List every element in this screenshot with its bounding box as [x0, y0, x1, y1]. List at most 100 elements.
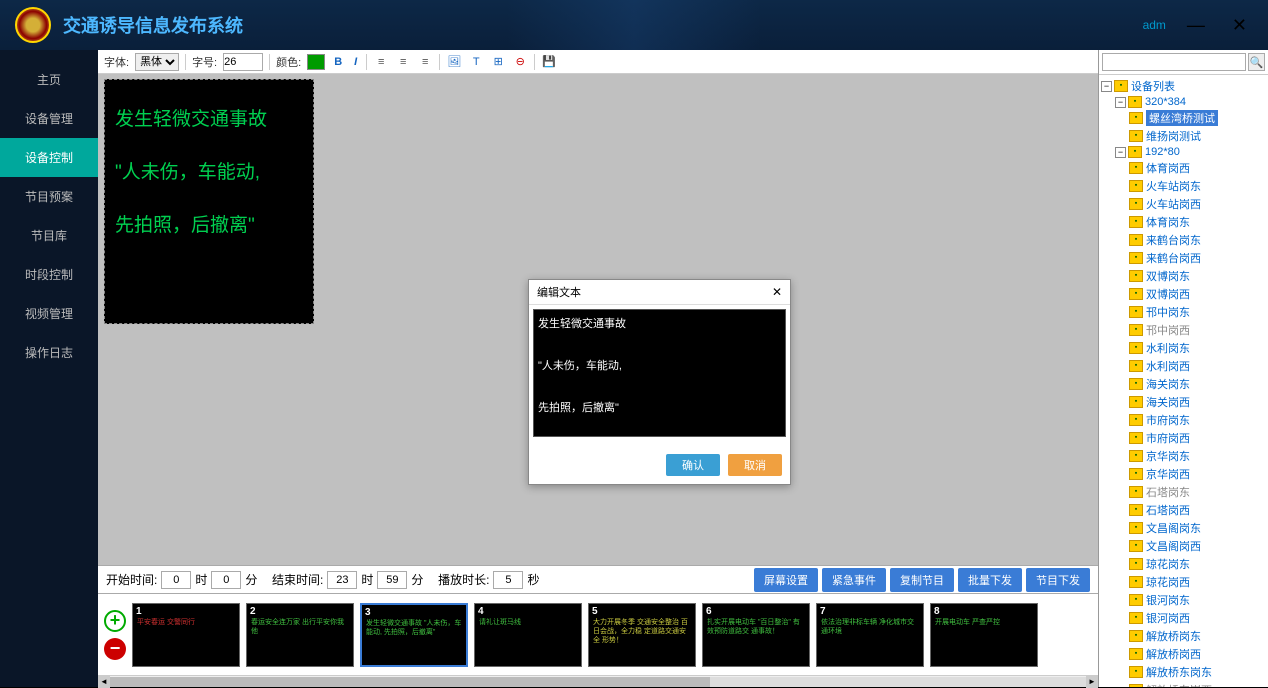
tree-label[interactable]: 石塔岗西 [1146, 502, 1190, 518]
tree-label[interactable]: 解放桥东岗东 [1146, 664, 1212, 680]
tree-node[interactable]: −▪320*384 [1101, 95, 1266, 109]
tree-node[interactable]: ▪体育岗西 [1101, 159, 1266, 177]
bold-button[interactable]: B [331, 55, 345, 69]
tree-label[interactable]: 体育岗东 [1146, 214, 1190, 230]
end-min-input[interactable] [377, 571, 407, 589]
tree-node[interactable]: ▪来鹤台岗西 [1101, 249, 1266, 267]
align-center-icon[interactable]: ≡ [395, 54, 411, 70]
thumbnail-7[interactable]: 7依法治理非标车辆 净化城市交通环境 [816, 603, 924, 667]
tree-node[interactable]: ▪双博岗西 [1101, 285, 1266, 303]
tree-node[interactable]: ▪体育岗东 [1101, 213, 1266, 231]
sidebar-item-0[interactable]: 主页 [0, 60, 98, 99]
tree-toggle-icon[interactable]: − [1115, 147, 1126, 158]
align-right-icon[interactable]: ≡ [417, 54, 433, 70]
tree-node[interactable]: ▪解放桥东岗西 [1101, 681, 1266, 687]
start-min-input[interactable] [211, 571, 241, 589]
layout-icon[interactable]: ⊞ [490, 54, 506, 70]
tree-label[interactable]: 银河岗东 [1146, 592, 1190, 608]
minimize-button[interactable]: — [1181, 13, 1211, 38]
tree-node[interactable]: ▪石塔岗东 [1101, 483, 1266, 501]
tree-label[interactable]: 银河岗西 [1146, 610, 1190, 626]
sidebar-item-2[interactable]: 设备控制 [0, 138, 98, 177]
tree-node[interactable]: ▪京华岗西 [1101, 465, 1266, 483]
tree-node[interactable]: ▪石塔岗西 [1101, 501, 1266, 519]
thumbnail-6[interactable]: 6扎实开展电动车 "百日整治" 有效预防道路交 通事故！ [702, 603, 810, 667]
tree-label[interactable]: 石塔岗东 [1146, 484, 1190, 500]
add-slide-button[interactable]: + [104, 610, 126, 632]
tree-node[interactable]: ▪海关岗东 [1101, 375, 1266, 393]
start-hour-input[interactable] [161, 571, 191, 589]
thumbnail-8[interactable]: 8开展电动车 严查严控 [930, 603, 1038, 667]
tree-node[interactable]: ▪火车站岗东 [1101, 177, 1266, 195]
italic-button[interactable]: I [351, 55, 360, 69]
thumbnail-3[interactable]: 3发生轻微交通事故 "人未伤，车能动, 先拍照，后撤离" [360, 603, 468, 667]
dialog-textarea[interactable] [533, 309, 786, 437]
canvas-area[interactable]: 发生轻微交通事故 "人未伤，车能动, 先拍照，后撤离" 编辑文本 ✕ 确认 [98, 74, 1098, 565]
align-left-icon[interactable]: ≡ [373, 54, 389, 70]
tree-node[interactable]: ▪海关岗西 [1101, 393, 1266, 411]
thumbnail-1[interactable]: 1平安春运 交警同行 [132, 603, 240, 667]
tree-label[interactable]: 琼花岗东 [1146, 556, 1190, 572]
tree-node[interactable]: −▪设备列表 [1101, 77, 1266, 95]
sidebar-item-7[interactable]: 操作日志 [0, 333, 98, 372]
tree-node[interactable]: ▪文昌阁岗西 [1101, 537, 1266, 555]
thumbnail-scrollbar[interactable]: ◄ ► [98, 675, 1098, 687]
tree-node[interactable]: ▪水利岗西 [1101, 357, 1266, 375]
tree-node[interactable]: ▪维扬岗测试 [1101, 127, 1266, 145]
tree-label[interactable]: 解放桥岗东 [1146, 628, 1201, 644]
tree-label[interactable]: 邗中岗东 [1146, 304, 1190, 320]
tree-label[interactable]: 设备列表 [1131, 78, 1175, 94]
dialog-ok-button[interactable]: 确认 [666, 454, 720, 476]
tree-node[interactable]: ▪水利岗东 [1101, 339, 1266, 357]
tree-toggle-icon[interactable]: − [1101, 81, 1112, 92]
sidebar-item-3[interactable]: 节目预案 [0, 177, 98, 216]
sidebar-item-6[interactable]: 视频管理 [0, 294, 98, 333]
tree-label[interactable]: 市府岗西 [1146, 430, 1190, 446]
tree-label[interactable]: 双博岗西 [1146, 286, 1190, 302]
screen-settings-button[interactable]: 屏幕设置 [754, 568, 818, 592]
tree-node[interactable]: ▪银河岗西 [1101, 609, 1266, 627]
device-search-input[interactable] [1102, 53, 1246, 71]
end-hour-input[interactable] [327, 571, 357, 589]
tree-label[interactable]: 来鹤台岗西 [1146, 250, 1201, 266]
tree-label[interactable]: 192*80 [1145, 146, 1180, 158]
duration-input[interactable] [493, 571, 523, 589]
tree-label[interactable]: 海关岗东 [1146, 376, 1190, 392]
text-icon[interactable]: T [468, 54, 484, 70]
tree-label[interactable]: 螺丝湾桥测试 [1146, 110, 1218, 126]
emergency-button[interactable]: 紧急事件 [822, 568, 886, 592]
sidebar-item-4[interactable]: 节目库 [0, 216, 98, 255]
tree-node[interactable]: ▪银河岗东 [1101, 591, 1266, 609]
sign-preview[interactable]: 发生轻微交通事故 "人未伤，车能动, 先拍照，后撤离" [104, 79, 314, 324]
tree-label[interactable]: 京华岗西 [1146, 466, 1190, 482]
tree-node[interactable]: ▪京华岗东 [1101, 447, 1266, 465]
tree-label[interactable]: 火车站岗东 [1146, 178, 1201, 194]
tree-toggle-icon[interactable]: − [1115, 97, 1126, 108]
font-size-input[interactable] [223, 53, 263, 71]
tree-node[interactable]: ▪解放桥东岗东 [1101, 663, 1266, 681]
device-search-button[interactable]: 🔍 [1248, 53, 1265, 71]
close-button[interactable]: ✕ [1226, 13, 1253, 38]
thumbnail-2[interactable]: 2春运安全连万家 出行平安你我他 [246, 603, 354, 667]
tree-node[interactable]: ▪市府岗西 [1101, 429, 1266, 447]
sidebar-item-1[interactable]: 设备管理 [0, 99, 98, 138]
tree-label[interactable]: 水利岗西 [1146, 358, 1190, 374]
tree-label[interactable]: 市府岗东 [1146, 412, 1190, 428]
tree-label[interactable]: 维扬岗测试 [1146, 128, 1201, 144]
tree-label[interactable]: 文昌阁岗东 [1146, 520, 1201, 536]
thumbnail-5[interactable]: 5大力开展冬季 交通安全整治 百日会战，全力稳 定道路交通安全 形势！ [588, 603, 696, 667]
sidebar-item-5[interactable]: 时段控制 [0, 255, 98, 294]
tree-label[interactable]: 火车站岗西 [1146, 196, 1201, 212]
dialog-close-button[interactable]: ✕ [772, 285, 782, 299]
copy-program-button[interactable]: 复制节目 [890, 568, 954, 592]
tree-node[interactable]: ▪解放桥岗东 [1101, 627, 1266, 645]
tree-node[interactable]: ▪琼花岗东 [1101, 555, 1266, 573]
tree-node[interactable]: ▪文昌阁岗东 [1101, 519, 1266, 537]
tree-label[interactable]: 来鹤台岗东 [1146, 232, 1201, 248]
color-picker[interactable] [307, 54, 325, 70]
dialog-cancel-button[interactable]: 取消 [728, 454, 782, 476]
user-label[interactable]: adm [1143, 18, 1166, 32]
tree-label[interactable]: 京华岗东 [1146, 448, 1190, 464]
image-icon[interactable]: 🖼 [446, 54, 462, 70]
tree-node[interactable]: ▪解放桥岗西 [1101, 645, 1266, 663]
